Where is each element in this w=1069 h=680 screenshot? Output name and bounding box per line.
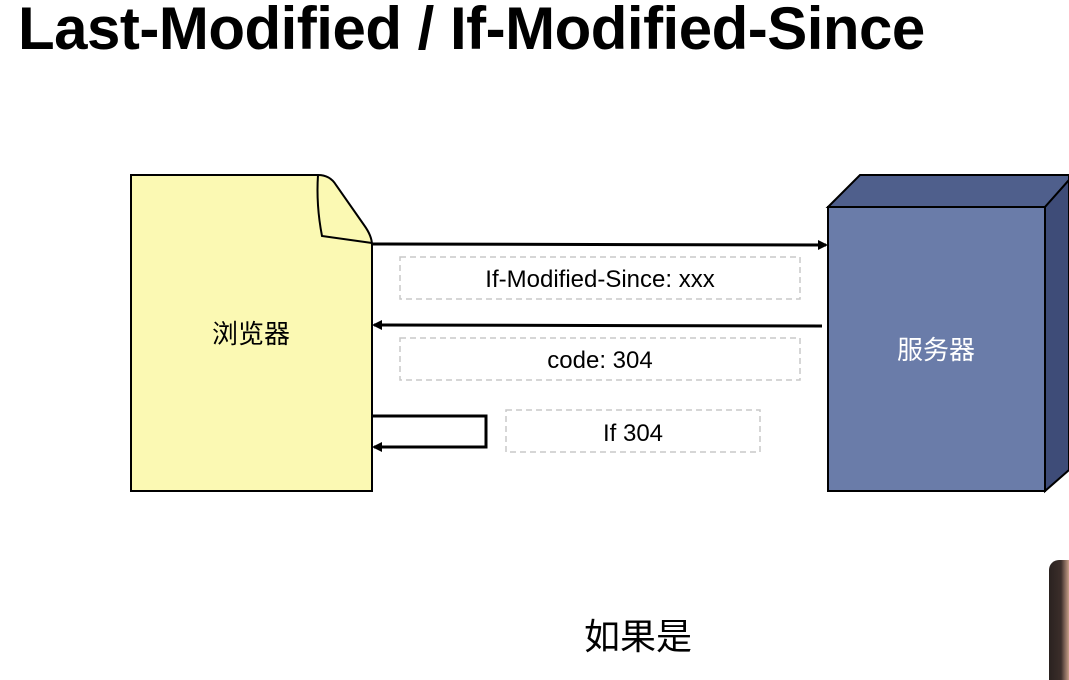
server-top-face — [825, 174, 1069, 208]
browser-label: 浏览器 — [212, 319, 290, 349]
cache-flow-diagram: 浏览器 服务器 If-Modified-Since: xxx code: 304… — [130, 174, 1069, 494]
server-node: 服务器 — [825, 174, 1069, 494]
condition-label: If 304 — [603, 420, 663, 447]
request-arrow — [371, 239, 828, 250]
cache-loop-arrow — [372, 414, 488, 452]
browser-node: 浏览器 — [130, 174, 373, 492]
server-label: 服务器 — [897, 335, 975, 365]
response-arrow — [372, 320, 823, 331]
response-code-label: code: 304 — [547, 347, 652, 374]
subtitle-caption: 如果是 — [584, 617, 693, 658]
server-side-face — [1044, 178, 1069, 494]
presenter-video-thumbnail — [1049, 560, 1069, 680]
request-header-label: If-Modified-Since: xxx — [485, 266, 714, 293]
